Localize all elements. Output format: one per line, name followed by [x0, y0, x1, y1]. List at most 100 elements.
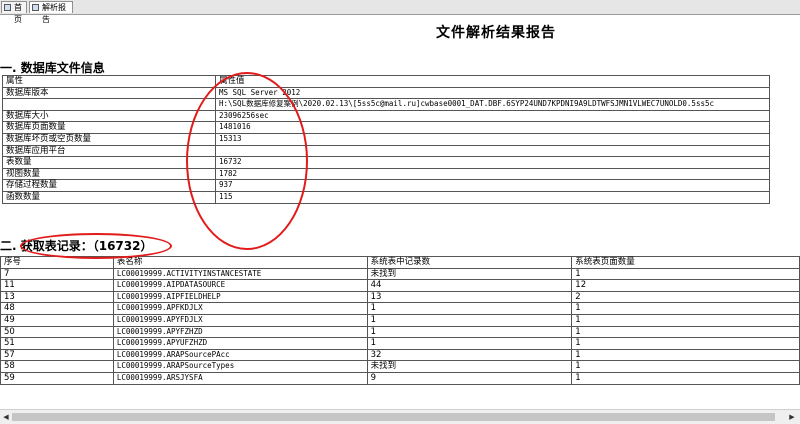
header-cell: 系统表中记录数: [366, 256, 573, 269]
record-count: 1: [366, 337, 573, 350]
page-count: 2: [571, 290, 800, 304]
section-db-info-title: 一. 数据库文件信息: [0, 61, 105, 75]
page-count: 1: [571, 348, 800, 362]
row-index: 50: [0, 325, 114, 339]
attr-value: [215, 144, 770, 158]
attr-value: 1782: [215, 167, 770, 181]
row-index: 7: [0, 267, 114, 281]
record-count: 9: [366, 371, 573, 385]
table-row: 58 LC00019999.ARAPSourceTypes 未找到 1: [0, 360, 800, 373]
report-icon: [32, 4, 39, 11]
table-name: LC00019999.APYUFZHZD: [112, 337, 368, 350]
table-header-row: 序号 表名称 系统表中记录数 系统表页面数量: [0, 256, 800, 269]
attr-name: [2, 98, 216, 111]
table-name: LC00019999.ARSJYSFA: [112, 371, 368, 385]
table-row: 59 LC00019999.ARSJYSFA 9 1: [0, 371, 800, 385]
header-cell: 表名称: [112, 256, 368, 269]
table-row: 11 LC00019999.AIPDATASOURCE 44 12: [0, 279, 800, 292]
table-name: LC00019999.APFKDJLX: [112, 302, 368, 315]
table-row: 7 LC00019999.ACTIVITYINSTANCESTATE 未找到 1: [0, 267, 800, 281]
table-row: 50 LC00019999.APYFZHZD 1 1: [0, 325, 800, 339]
table-header-row: 属性 属性值: [2, 75, 770, 88]
record-count: 13: [366, 290, 573, 304]
attr-value: 16732: [215, 156, 770, 169]
page-count: 12: [571, 279, 800, 292]
table-name: LC00019999.APYFZHZD: [112, 325, 368, 339]
table-row: 表数量 16732: [2, 156, 770, 169]
page-count: 1: [571, 267, 800, 281]
scrollbar-thumb[interactable]: [12, 413, 775, 421]
table-name: LC00019999.AIPDATASOURCE: [112, 279, 368, 292]
table-row: 51 LC00019999.APYUFZHZD 1 1: [0, 337, 800, 350]
table-row: 函数数量 115: [2, 190, 770, 204]
row-index: 59: [0, 371, 114, 385]
page-count: 1: [571, 337, 800, 350]
attr-value: 23096256sec: [215, 109, 770, 123]
header-cell: 序号: [0, 256, 114, 269]
home-icon: [4, 4, 11, 11]
header-cell: 系统表页面数量: [571, 256, 800, 269]
scroll-right-icon[interactable]: ▶: [787, 412, 797, 422]
attr-value: H:\SQL数据库修复案例\2020.02.13\[5ss5c@mail.ru]…: [215, 98, 770, 111]
db-info-table: 属性 属性值 数据库版本 MS SQL Server 2012 H:\SQL数据库…: [2, 75, 770, 204]
table-row: 视图数量 1782: [2, 167, 770, 181]
record-count: 1: [366, 313, 573, 327]
row-index: 48: [0, 302, 114, 315]
page-count: 1: [571, 371, 800, 385]
table-row: 数据库大小 23096256sec: [2, 109, 770, 123]
attr-name: 数据库页面数量: [2, 121, 216, 134]
table-name: LC00019999.APYFDJLX: [112, 313, 368, 327]
attr-value: 1481016: [215, 121, 770, 134]
header-cell: 属性值: [215, 75, 770, 88]
page-count: 1: [571, 302, 800, 315]
table-row: 57 LC00019999.ARAPSourcePAcc 32 1: [0, 348, 800, 362]
tab-report[interactable]: 解析报告: [29, 1, 73, 24]
attr-name: 数据库版本: [2, 86, 216, 100]
record-count: 32: [366, 348, 573, 362]
table-records: 序号 表名称 系统表中记录数 系统表页面数量 7 LC00019999.ACTIV…: [0, 256, 800, 385]
table-name: LC00019999.AIPFIELDHELP: [112, 290, 368, 304]
record-count: 1: [366, 325, 573, 339]
header-cell: 属性: [2, 75, 216, 88]
attr-name: 数据库应用平台: [2, 144, 216, 158]
row-index: 58: [0, 360, 114, 373]
section-table-records-title: 二. 获取表记录：（16732）: [0, 239, 153, 253]
table-row: 数据库应用平台: [2, 144, 770, 158]
table-row: 数据库版本 MS SQL Server 2012: [2, 86, 770, 100]
attr-value: 15313: [215, 132, 770, 146]
page-count: 1: [571, 360, 800, 373]
record-count: 未找到: [366, 267, 573, 281]
table-name: LC00019999.ARAPSourcePAcc: [112, 348, 368, 362]
attr-value: 115: [215, 190, 770, 204]
attr-name: 表数量: [2, 156, 216, 169]
record-count: 44: [366, 279, 573, 292]
table-name: LC00019999.ACTIVITYINSTANCESTATE: [112, 267, 368, 281]
report-title: 文件解析结果报告: [436, 25, 556, 41]
attr-name: 视图数量: [2, 167, 216, 181]
row-index: 11: [0, 279, 114, 292]
row-index: 57: [0, 348, 114, 362]
attr-name: 数据库坏页或空页数量: [2, 132, 216, 146]
page-count: 1: [571, 313, 800, 327]
report-content: 文件解析结果报告 一. 数据库文件信息 属性 属性值 数据库版本 MS SQL S…: [0, 15, 800, 409]
attr-name: 函数数量: [2, 190, 216, 204]
page-count: 1: [571, 325, 800, 339]
horizontal-scrollbar[interactable]: ◀ ▶: [0, 409, 800, 424]
row-index: 49: [0, 313, 114, 327]
table-row: 数据库页面数量 1481016: [2, 121, 770, 134]
attr-value: 937: [215, 179, 770, 192]
table-row: 数据库坏页或空页数量 15313: [2, 132, 770, 146]
table-name: LC00019999.ARAPSourceTypes: [112, 360, 368, 373]
row-index: 51: [0, 337, 114, 350]
tab-bar: 首页 解析报告: [0, 0, 800, 24]
table-row: 13 LC00019999.AIPFIELDHELP 13 2: [0, 290, 800, 304]
table-row: 存储过程数量 937: [2, 179, 770, 192]
row-index: 13: [0, 290, 114, 304]
table-row: H:\SQL数据库修复案例\2020.02.13\[5ss5c@mail.ru]…: [2, 98, 770, 111]
tab-home[interactable]: 首页: [1, 1, 27, 24]
record-count: 1: [366, 302, 573, 315]
record-count: 未找到: [366, 360, 573, 373]
table-row: 48 LC00019999.APFKDJLX 1 1: [0, 302, 800, 315]
scroll-left-icon[interactable]: ◀: [1, 412, 11, 422]
table-row: 49 LC00019999.APYFDJLX 1 1: [0, 313, 800, 327]
